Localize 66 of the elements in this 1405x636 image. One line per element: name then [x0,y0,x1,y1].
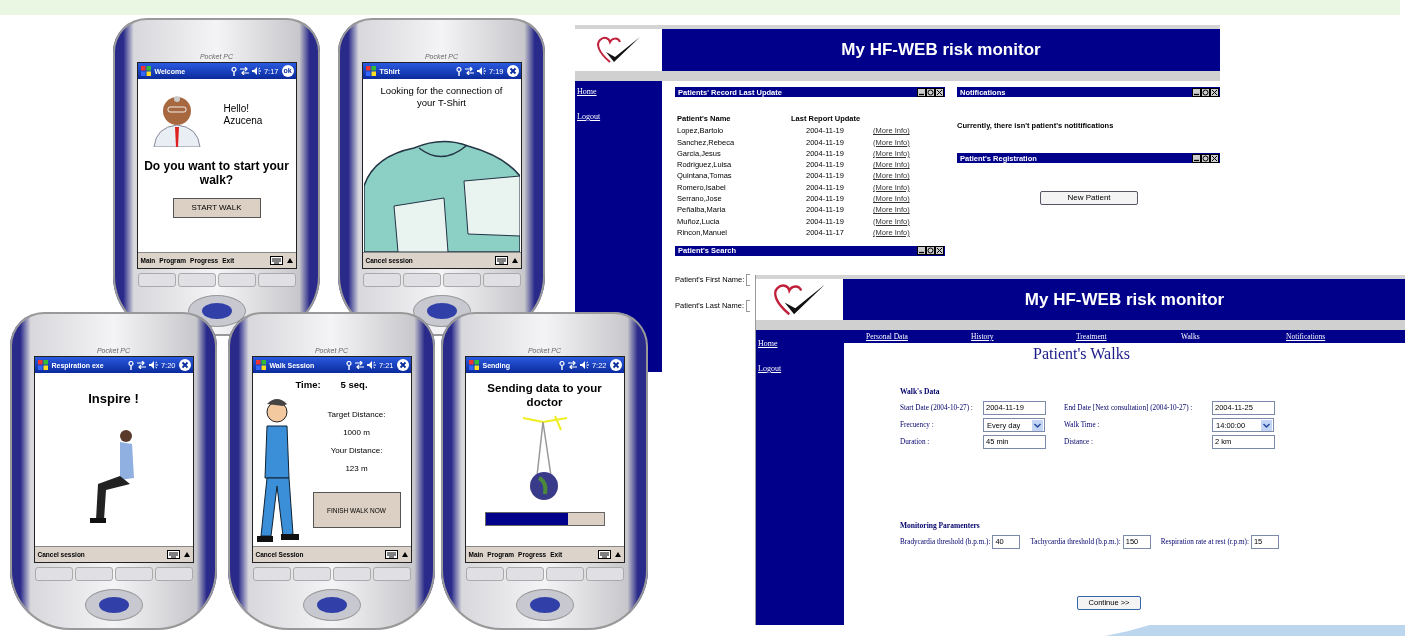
windows-flag-icon[interactable] [364,65,377,77]
site-title: My HF-WEB risk monitor [1024,289,1225,310]
navigation-pad[interactable] [515,589,574,621]
user-name: Azucena [223,115,263,126]
close-icon[interactable] [609,359,622,371]
windows-flag-icon[interactable] [139,65,152,77]
speaker-icon[interactable] [366,361,376,369]
sidebar-link[interactable]: Home [577,87,597,96]
status-message: Sending data to your doctor [486,381,603,410]
sidebar-link[interactable]: Home [758,339,778,348]
antenna-icon[interactable] [455,66,462,76]
sync-arrows-icon[interactable] [464,67,474,75]
speaker-icon[interactable] [579,361,589,369]
status-message: Looking for the connection of your T-Shirt [379,85,504,109]
caret-up-icon[interactable] [183,552,190,557]
your-distance-value: 123 m [345,464,368,473]
keyboard-icon[interactable] [597,550,611,559]
window-buttons-icon[interactable] [917,246,945,256]
keyboard-icon[interactable] [384,550,398,559]
navigation-pad[interactable] [302,589,361,621]
target-distance-label: Target Distance: [327,410,386,419]
speaker-icon[interactable] [476,67,486,75]
your-distance-label: Your Distance: [330,446,383,455]
caret-up-icon[interactable] [401,552,408,557]
antenna-icon[interactable] [230,66,237,76]
window-buttons-icon[interactable] [917,87,945,97]
speaker-icon[interactable] [148,361,158,369]
caret-up-icon[interactable] [614,552,621,557]
new-patient-button[interactable]: New Patient [1040,190,1138,205]
navigation-pad[interactable] [84,589,143,621]
sync-arrows-icon[interactable] [136,361,146,369]
keyboard-icon[interactable] [269,256,283,265]
antenna-icon[interactable] [127,360,134,370]
caret-up-icon[interactable] [286,258,293,263]
site-title: My HF-WEB risk monitor [841,40,1041,60]
antenna-icon[interactable] [345,360,352,370]
question-text: Do you want to start your walk? [143,159,290,188]
input-field[interactable] [745,299,750,312]
greeting-text: Hello! [223,103,251,114]
close-icon[interactable] [396,359,409,371]
windows-flag-icon[interactable] [467,359,480,371]
keyboard-icon[interactable] [166,550,180,559]
dropdown-arrow-icon [1032,419,1043,431]
keyboard-icon[interactable] [494,256,508,265]
windows-flag-icon[interactable] [36,359,49,371]
sync-arrows-icon[interactable] [567,361,577,369]
antenna-icon[interactable] [558,360,565,370]
sync-arrows-icon[interactable] [239,67,249,75]
input-field[interactable] [746,273,751,286]
close-icon[interactable] [506,65,519,77]
window-buttons-icon[interactable] [1192,87,1220,97]
caret-up-icon[interactable] [511,258,518,263]
target-distance-value: 1000 m [343,428,370,437]
window-buttons-icon[interactable] [1192,153,1220,163]
start-walk-button[interactable]: START WALK [172,197,261,218]
page-heading: Patient's Walks [1032,345,1131,363]
time-value: 5 seq. [340,379,368,390]
sidebar-link[interactable]: Logout [758,364,782,373]
time-label: Time: [295,379,321,390]
close-icon[interactable] [178,359,191,371]
speaker-icon[interactable] [251,67,261,75]
windows-flag-icon[interactable] [254,359,267,371]
sidebar-link[interactable]: Logout [577,112,601,121]
instruction-text: Inspire ! [88,391,139,406]
sync-arrows-icon[interactable] [354,361,364,369]
dropdown-arrow-icon [1261,419,1272,431]
